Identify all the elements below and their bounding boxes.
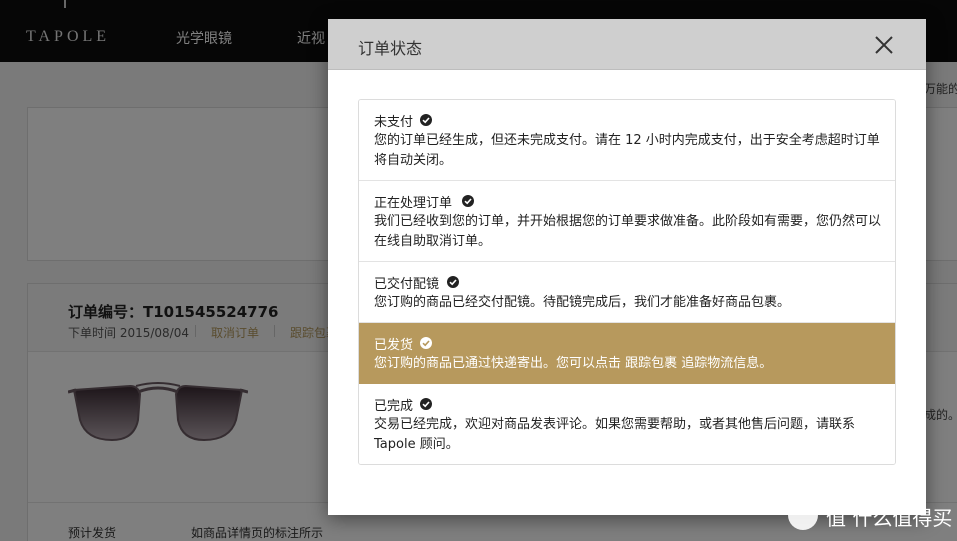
status-title: 已交付配镜 xyxy=(374,277,440,292)
status-description: 您订购的商品已通过快递寄出。您可以点击 跟踪包裹 追踪物流信息。 xyxy=(374,356,773,371)
status-item-lens-fitting: 已交付配镜 您订购的商品已经交付配镜。待配镜完成后，我们才能准备好商品包裹。 xyxy=(359,262,895,323)
dialog-title: 订单状态 xyxy=(358,39,423,58)
status-title: 正在处理订单 xyxy=(374,196,453,211)
status-description: 您订购的商品已经交付配镜。待配镜完成后，我们才能准备好商品包裹。 xyxy=(374,295,791,310)
check-circle-icon xyxy=(462,195,474,207)
status-item-shipped: 已发货 您订购的商品已通过快递寄出。您可以点击 跟踪包裹 追踪物流信息。 xyxy=(359,323,895,384)
status-description: 您的订单已经生成，但还未完成支付。请在 12 小时内完成支付，出于安全考虑超时订… xyxy=(374,133,880,168)
watermark-text: 值 什么值得买 xyxy=(826,506,953,530)
status-description: 我们已经收到您的订单，并开始根据您的订单要求做准备。此阶段如有需要，您仍然可以在… xyxy=(374,214,882,249)
order-status-dialog: 订单状态 未支付 您的订单已经生成，但还未完成支付。请在 12 小时内完成支付，… xyxy=(328,19,926,515)
close-icon[interactable] xyxy=(872,33,896,57)
status-item-completed: 已完成 交易已经完成，欢迎对商品发表评论。如果您需要帮助，或者其他售后问题，请联… xyxy=(359,384,895,464)
status-title: 已发货 xyxy=(374,338,414,353)
status-item-unpaid: 未支付 您的订单已经生成，但还未完成支付。请在 12 小时内完成支付，出于安全考… xyxy=(359,100,895,181)
check-circle-icon xyxy=(420,398,432,410)
status-list: 未支付 您的订单已经生成，但还未完成支付。请在 12 小时内完成支付，出于安全考… xyxy=(358,99,896,465)
check-circle-icon xyxy=(447,276,459,288)
site-watermark: 值 什么值得买 xyxy=(788,498,952,530)
status-title: 已完成 xyxy=(374,399,414,414)
dialog-header: 订单状态 xyxy=(328,19,926,70)
watermark-logo-icon xyxy=(788,500,818,530)
status-description: 交易已经完成，欢迎对商品发表评论。如果您需要帮助，或者其他售后问题，请联系 Ta… xyxy=(374,417,856,452)
check-circle-icon xyxy=(420,114,432,126)
status-title: 未支付 xyxy=(374,115,414,130)
check-circle-icon xyxy=(420,337,432,349)
status-item-processing: 正在处理订单 我们已经收到您的订单，并开始根据您的订单要求做准备。此阶段如有需要… xyxy=(359,181,895,262)
